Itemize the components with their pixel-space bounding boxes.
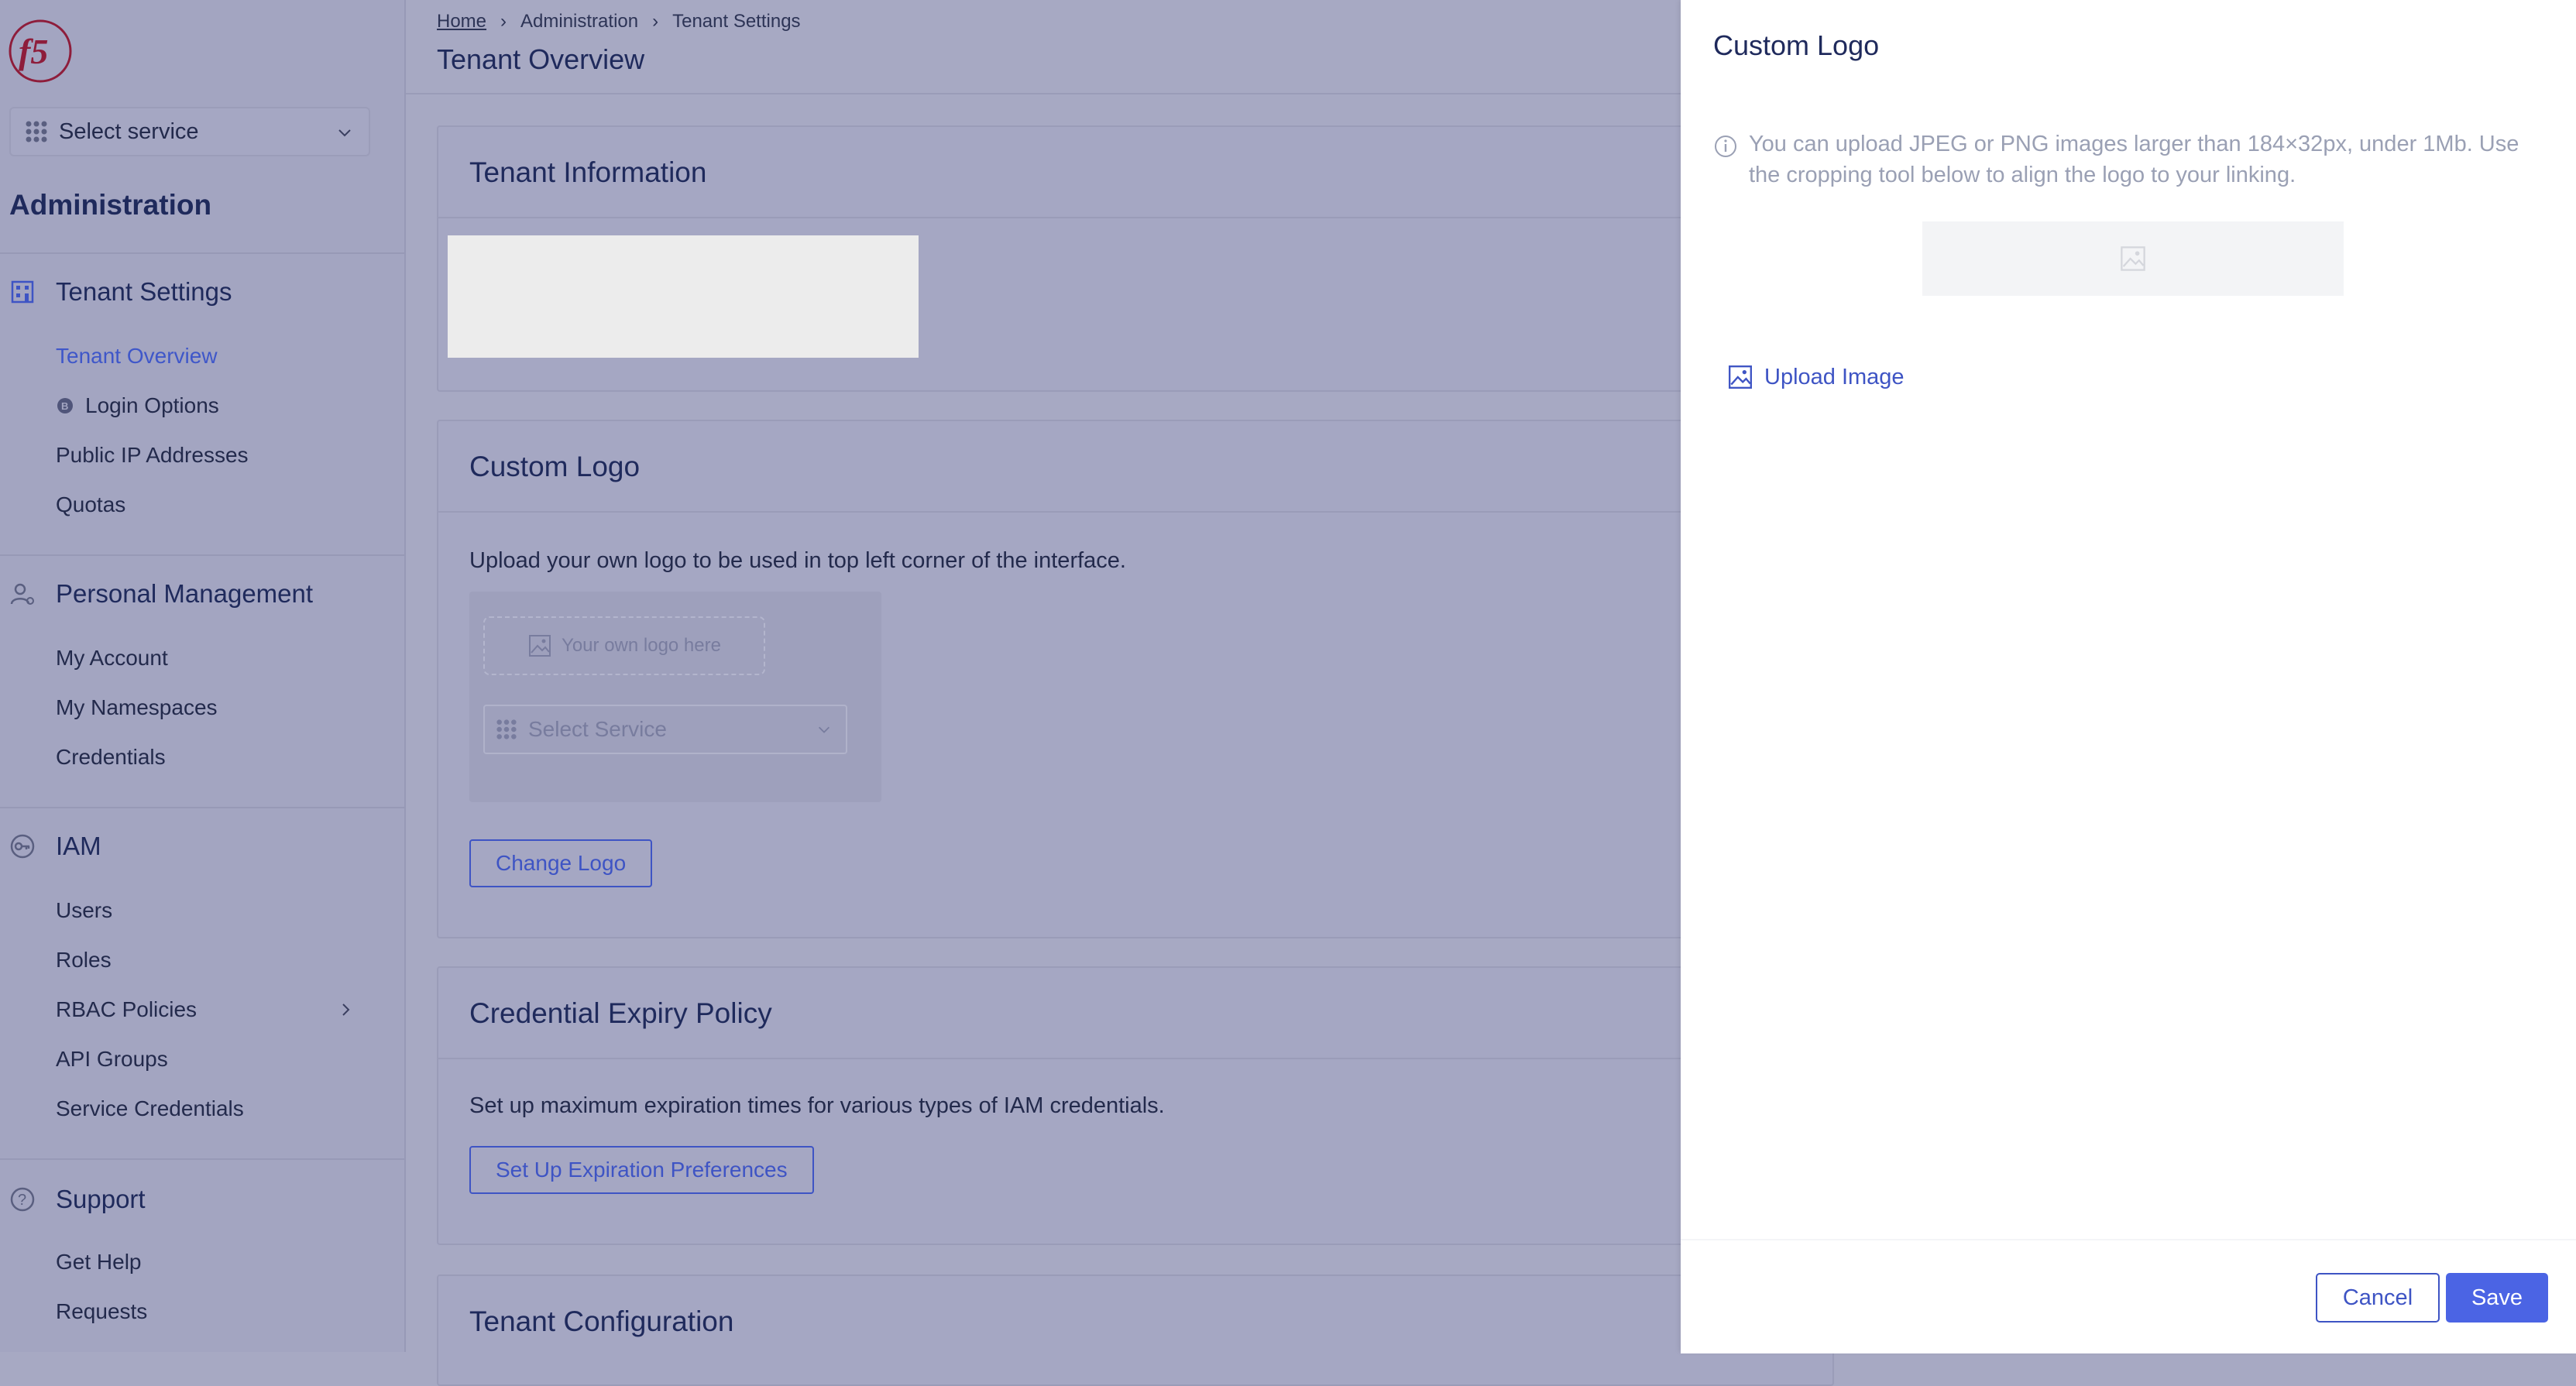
chevron-down-icon <box>818 726 830 733</box>
card-title: Custom Logo <box>469 451 641 482</box>
change-logo-button[interactable]: Change Logo <box>469 839 653 887</box>
info-text: You can upload JPEG or PNG images larger… <box>1749 132 2519 187</box>
section-label: Personal Management <box>56 579 314 608</box>
logo-placeholder-text: Your own logo here <box>562 635 721 656</box>
upload-image-button[interactable]: Upload Image <box>1727 364 1905 390</box>
divider <box>0 252 404 254</box>
upload-image-label: Upload Image <box>1764 364 1905 389</box>
credential-expiry-card: Credential Expiry Policy Set up maximum … <box>437 966 1834 1245</box>
sidebar-title: Administration <box>9 189 212 221</box>
sidebar-item-label: Login Options <box>85 393 219 417</box>
preview-select-label: Select Service <box>528 717 667 741</box>
drawer-footer: Cancel Save <box>1681 1239 2576 1353</box>
divider <box>438 217 1832 218</box>
breadcrumb-administration[interactable]: Administration <box>520 11 638 33</box>
section-support[interactable]: ? Support <box>9 1185 146 1214</box>
custom-logo-card: Custom Logo Upload your own logo to be u… <box>437 420 1834 938</box>
sidebar-item-roles[interactable]: Roles <box>56 948 112 973</box>
chevron-down-icon <box>338 129 351 137</box>
card-title: Credential Expiry Policy <box>469 997 772 1029</box>
section-label: Tenant Settings <box>56 277 232 306</box>
preview-service-select: Select Service <box>483 705 847 754</box>
redacted-block <box>448 235 919 358</box>
sidebar-item-service-credentials[interactable]: Service Credentials <box>56 1096 244 1121</box>
sidebar-item-users[interactable]: Users <box>56 898 112 923</box>
sidebar-item-get-help[interactable]: Get Help <box>56 1250 142 1275</box>
image-icon <box>529 635 551 657</box>
key-icon <box>10 834 35 859</box>
save-button[interactable]: Save <box>2446 1273 2548 1323</box>
sidebar-item-label: RBAC Policies <box>56 997 197 1021</box>
set-up-expiration-button[interactable]: Set Up Expiration Preferences <box>469 1146 814 1194</box>
sidebar-item-tenant-overview[interactable]: Tenant Overview <box>56 344 218 369</box>
image-icon <box>2121 246 2145 271</box>
upload-info: You can upload JPEG or PNG images larger… <box>1713 129 2550 190</box>
custom-logo-drawer: Custom Logo You can upload JPEG or PNG i… <box>1681 0 2576 1353</box>
section-tenant-settings[interactable]: Tenant Settings <box>9 277 232 307</box>
sidebar-item-login-options[interactable]: B Login Options <box>56 393 219 418</box>
chevron-right-icon: › <box>652 11 659 32</box>
section-iam[interactable]: IAM <box>9 832 101 861</box>
chevron-right-icon <box>342 1003 350 1016</box>
divider <box>438 1058 1832 1059</box>
building-icon <box>11 280 34 304</box>
breadcrumb-tenant-settings: Tenant Settings <box>672 11 801 32</box>
svg-text:B: B <box>61 400 68 412</box>
card-title: Tenant Configuration <box>469 1305 734 1337</box>
breadcrumb-home[interactable]: Home <box>437 11 486 33</box>
svg-text:f5: f5 <box>19 32 48 71</box>
service-select-label: Select service <box>59 118 199 144</box>
sidebar-item-credentials[interactable]: Credentials <box>56 745 166 770</box>
drawer-title: Custom Logo <box>1713 29 1880 61</box>
logo-placeholder: Your own logo here <box>483 616 765 675</box>
page-title: Tenant Overview <box>437 43 645 75</box>
divider <box>0 554 404 556</box>
breadcrumb: Home › Administration › Tenant Settings <box>437 11 801 33</box>
image-icon <box>1729 365 1752 389</box>
section-label: IAM <box>56 832 101 860</box>
user-settings-icon <box>10 583 34 605</box>
sidebar-item-my-account[interactable]: My Account <box>56 646 168 671</box>
sidebar-item-rbac-policies[interactable]: RBAC Policies <box>56 997 381 1022</box>
divider <box>0 807 404 808</box>
card-title: Tenant Information <box>469 156 707 188</box>
section-personal-management[interactable]: Personal Management <box>9 579 313 609</box>
cancel-button[interactable]: Cancel <box>2316 1273 2440 1323</box>
tenant-information-card: Tenant Information <box>437 125 1834 392</box>
logo-preview: Your own logo here Select Service <box>469 592 881 802</box>
sidebar-item-public-ip[interactable]: Public IP Addresses <box>56 443 249 468</box>
apps-grid-icon <box>26 121 47 142</box>
info-icon <box>1715 136 1736 157</box>
card-description: Upload your own logo to be used in top l… <box>469 548 1126 573</box>
badge-icon: B <box>57 398 73 413</box>
f5-logo[interactable]: f5 <box>8 19 73 84</box>
section-label: Support <box>56 1185 146 1213</box>
sidebar-item-quotas[interactable]: Quotas <box>56 492 125 517</box>
sidebar-item-my-namespaces[interactable]: My Namespaces <box>56 695 218 720</box>
tenant-configuration-card: Tenant Configuration <box>437 1275 1834 1386</box>
card-description: Set up maximum expiration times for vari… <box>469 1093 1165 1118</box>
help-icon: ? <box>10 1187 35 1212</box>
divider <box>438 511 1832 513</box>
sidebar-item-api-groups[interactable]: API Groups <box>56 1047 168 1072</box>
sidebar-item-requests[interactable]: Requests <box>56 1299 147 1324</box>
image-crop-placeholder <box>1922 221 2344 296</box>
chevron-right-icon: › <box>500 11 507 32</box>
apps-grid-icon <box>496 719 517 739</box>
service-select[interactable]: Select service <box>9 107 370 156</box>
divider <box>0 1158 404 1160</box>
sidebar: f5 Select service Administration Tenant … <box>0 0 406 1352</box>
svg-text:?: ? <box>18 1192 26 1209</box>
